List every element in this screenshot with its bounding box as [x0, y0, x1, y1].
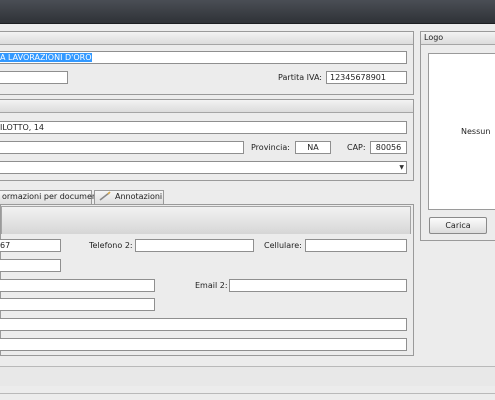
tab-document-info-label: ormazioni per documenti: [2, 192, 103, 201]
phone2-field[interactable]: [135, 239, 254, 252]
email1-field[interactable]: [0, 279, 155, 292]
mobile-field[interactable]: [305, 239, 407, 252]
company-name-value: A LAVORAZIONI D'ORO: [0, 53, 92, 62]
tab-annotations-label: Annotazioni: [115, 192, 163, 201]
pencil-icon: [98, 190, 112, 201]
logo-group-header: Logo: [421, 32, 495, 45]
mobile-label: Cellulare:: [264, 241, 302, 250]
logo-title: Logo: [424, 33, 444, 42]
logo-image-area: Nessun: [428, 53, 495, 210]
company-group-header: [0, 32, 413, 45]
address-group-header: [0, 100, 413, 113]
cap-field[interactable]: 80056: [370, 141, 407, 154]
company-code-field[interactable]: [0, 71, 68, 84]
street-field[interactable]: ILOTTO, 14: [0, 121, 407, 134]
email2-label: Email 2:: [195, 281, 228, 290]
company-name-field[interactable]: A LAVORAZIONI D'ORO: [0, 51, 407, 64]
bottom-divider: [0, 393, 495, 394]
logo-placeholder: Nessun: [461, 127, 491, 136]
city-field[interactable]: [0, 141, 244, 154]
window-titlebar: [0, 0, 495, 24]
cap-label: CAP:: [347, 143, 366, 152]
status-bar: [0, 366, 495, 386]
contacts-panel-header: [1, 206, 411, 234]
chevron-down-icon: ▼: [399, 164, 404, 171]
load-logo-button[interactable]: Carica: [429, 217, 487, 234]
phone2-label: Telefono 2:: [89, 241, 133, 250]
fax-field[interactable]: [0, 259, 61, 272]
phone1-field[interactable]: 67: [0, 239, 61, 252]
country-dropdown[interactable]: ▼: [0, 161, 407, 174]
tab-document-info[interactable]: ormazioni per documenti: [0, 190, 102, 204]
email2-field[interactable]: [229, 279, 407, 292]
website-field[interactable]: [0, 318, 407, 331]
vat-label: Partita IVA:: [278, 73, 322, 82]
province-label: Provincia:: [251, 143, 290, 152]
province-field[interactable]: NA: [295, 141, 331, 154]
notes-field[interactable]: [0, 338, 407, 351]
vat-field[interactable]: 12345678901: [326, 71, 407, 84]
pec-field[interactable]: [0, 298, 155, 311]
tab-annotations[interactable]: Annotazioni: [94, 190, 164, 204]
